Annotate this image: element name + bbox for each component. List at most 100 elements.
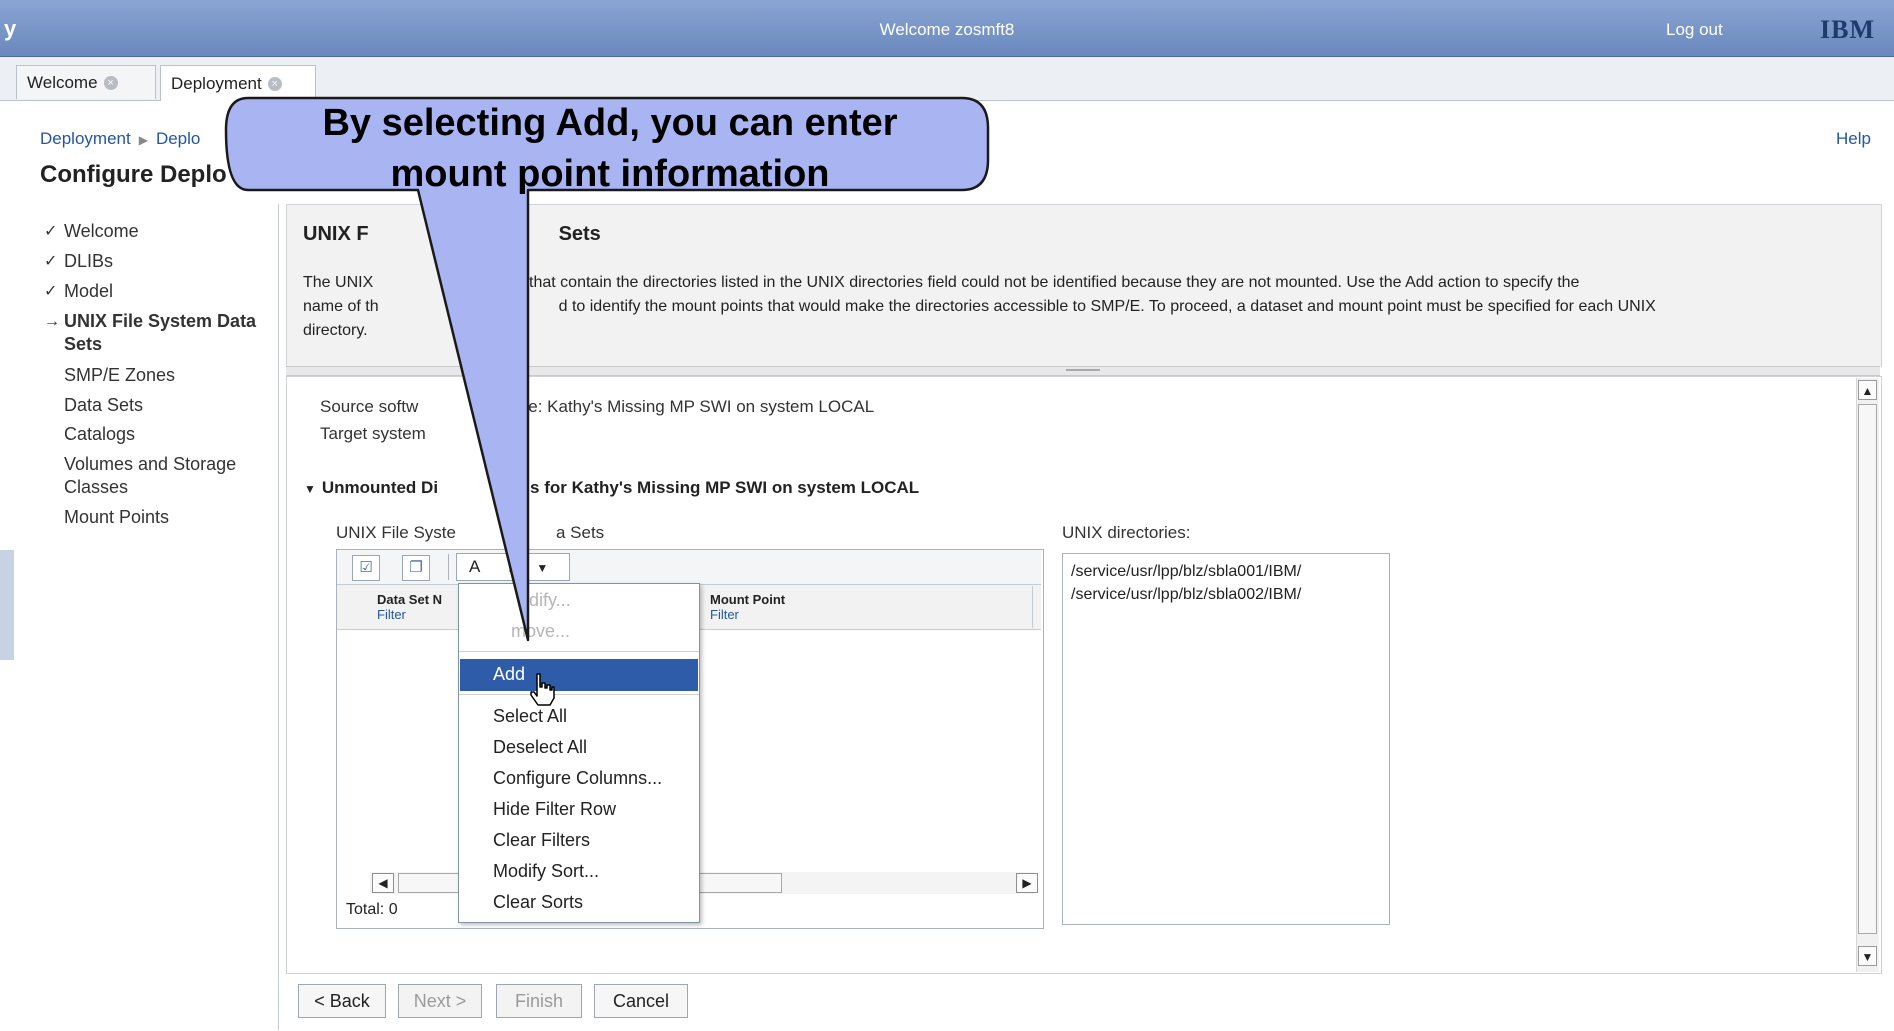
table-toolbar [337,550,1041,585]
nav-item-label-line2: Classes [64,477,129,497]
nav-item-label: Welcome [64,221,139,241]
nav-item-catalogs[interactable]: Catalogs [64,423,135,446]
back-button[interactable]: < Back [298,984,386,1018]
menu-item-select-all[interactable]: Select All [493,706,567,727]
nav-item-dlibs[interactable]: ✓ DLIBs [44,250,113,273]
nav-item-label: Data Sets [64,395,144,415]
tab-welcome[interactable]: Welcome × [16,65,156,99]
actions-label-part1: A [469,557,481,576]
select-all-checkbox-icon[interactable]: ☑ [352,555,380,581]
menu-item-add[interactable]: Add [460,659,698,691]
section-title-part2: s for Kathy's Missing MP SWI on system L… [530,478,920,497]
close-icon[interactable]: × [267,76,282,91]
menu-separator [459,651,699,652]
menu-separator [459,694,699,695]
step-title: UNIX F Sets [303,223,601,246]
column-title: Mount Point [710,592,786,607]
checkmark-icon: ✓ [44,283,58,300]
source-software-text: Source softw e: Kathy's Missing MP SWI on… [320,397,874,417]
menu-item-clear-sorts[interactable]: Clear Sorts [493,892,583,913]
menu-item-label: Add [493,664,526,684]
section-title-part1: Unmounted Di [321,478,439,497]
column-header-mount-point[interactable]: Mount Point Filter [710,592,785,622]
desc-line2-part1: name of th [303,298,379,315]
finish-button[interactable]: Finish [496,984,582,1018]
next-button[interactable]: Next > [398,984,482,1018]
scroll-thumb[interactable] [1858,404,1877,934]
menu-item-configure-columns[interactable]: Configure Columns... [493,768,662,789]
scroll-right-icon[interactable]: ▶ [1016,873,1038,893]
scroll-down-icon[interactable]: ▼ [1858,946,1877,966]
menu-item-modify[interactable]: odify... [519,590,571,611]
callout-text: By selecting Add, you can enter mount po… [240,98,980,200]
source-label-part2: e: Kathy's Missing MP SWI on system LOCA… [528,397,875,416]
column-filter-link[interactable]: Filter [377,607,442,622]
source-label-part1: Source softw [320,397,419,416]
table-label-part2: a Sets [555,523,605,542]
nav-item-unix-file-system-data-sets[interactable]: → UNIX File System Data Sets [44,310,257,356]
menu-item-modify-sort[interactable]: Modify Sort... [493,861,599,882]
actions-label-part2: ns [508,557,527,576]
menu-item-hide-filter-row[interactable]: Hide Filter Row [493,799,616,820]
unix-directories-box[interactable]: /service/usr/lpp/blz/sbla001/IBM/ /servi… [1062,553,1390,925]
toolbar-divider [448,554,449,580]
page-title: Configure Deplo [40,161,227,188]
table-label: UNIX File Syste a Sets [336,523,604,543]
desc-line1-part2: ets that contain the directories listed … [503,274,1580,291]
nav-item-data-sets[interactable]: Data Sets [64,394,143,417]
nav-item-model[interactable]: ✓ Model [44,280,113,303]
nav-item-volumes-and-storage-classes[interactable]: Volumes and Storage Classes [64,453,236,499]
nav-item-label: SMP/E Zones [64,365,176,385]
chevron-down-icon: ▼ [536,561,549,575]
tab-label: Welcome [27,72,98,92]
callout-line1: By selecting Add, you can enter [322,102,898,144]
unmounted-section-header[interactable]: ▼ Unmounted Di s for Kathy's Missing MP SW… [304,478,919,498]
nav-item-label: Catalogs [64,424,136,444]
unix-directory-item: /service/usr/lpp/blz/sbla001/IBM/ [1071,563,1302,580]
cancel-button[interactable]: Cancel [594,984,688,1018]
step-title-part1: UNIX F [303,223,369,245]
splitter-grip [1066,369,1100,371]
callout-line2: mount point information [390,153,830,195]
top-banner: y Welcome zosmft8 Log out IBM [0,0,1894,57]
expand-triangle-icon[interactable]: ▼ [304,482,316,496]
step-description-panel: UNIX F Sets The UNIX ets that contain the … [286,204,1882,367]
nav-item-label: UNIX File System Data [64,311,257,331]
current-step-arrow-icon: → [44,313,60,330]
menu-item-deselect-all[interactable]: Deselect All [493,737,587,758]
step-description: The UNIX ets that contain the directories… [303,271,1873,343]
nav-item-welcome[interactable]: ✓ Welcome [44,220,139,243]
breadcrumb: Deployment ▶ Deplo [40,129,200,149]
breadcrumb-deployment-2[interactable]: Deplo [156,129,200,148]
actions-dropdown[interactable]: Ans ▼ [456,553,570,581]
actions-menu: odify... move... Add Select All Deselect… [458,583,700,923]
panel-splitter[interactable] [286,366,1880,376]
tab-deployment[interactable]: Deployment × [160,65,316,101]
wizard-steps-nav: ✓ Welcome ✓ DLIBs ✓ Model → UNIX File System… [40,204,279,1030]
nav-item-mount-points[interactable]: Mount Points [64,506,169,529]
breadcrumb-deployment[interactable]: Deployment [40,129,131,148]
unix-directories-label: UNIX directories: [1062,523,1191,542]
nav-item-label: Mount Points [64,507,170,527]
help-link[interactable]: Help [1836,129,1871,149]
tab-label: Deployment [171,73,262,93]
close-icon[interactable]: × [103,75,118,90]
hand-cursor-icon [530,673,555,706]
collapse-handle[interactable] [0,550,14,660]
column-header-data-set-name[interactable]: Data Set N Filter [377,592,442,622]
welcome-text: Welcome zosmft8 [879,20,1015,39]
deselect-all-icon[interactable]: ❐ [402,555,430,581]
scroll-up-icon[interactable]: ▲ [1858,380,1877,400]
menu-item-remove[interactable]: move... [511,621,570,642]
vertical-scrollbar[interactable]: ▲ ▼ [1856,378,1879,972]
nav-item-smpe-zones[interactable]: SMP/E Zones [64,364,175,387]
checkmark-icon: ✓ [44,223,58,240]
scroll-left-icon[interactable]: ◀ [372,873,394,893]
desc-line2-part2: d to identify the mount points that woul… [558,298,1656,315]
logout-link[interactable]: Log out [1666,20,1723,40]
column-filter-link[interactable]: Filter [710,607,785,622]
target-system-text: Target system [320,424,426,443]
desc-line3: directory. [303,322,368,339]
table-label-part1: UNIX File Syste [336,523,456,542]
menu-item-clear-filters[interactable]: Clear Filters [493,830,590,851]
